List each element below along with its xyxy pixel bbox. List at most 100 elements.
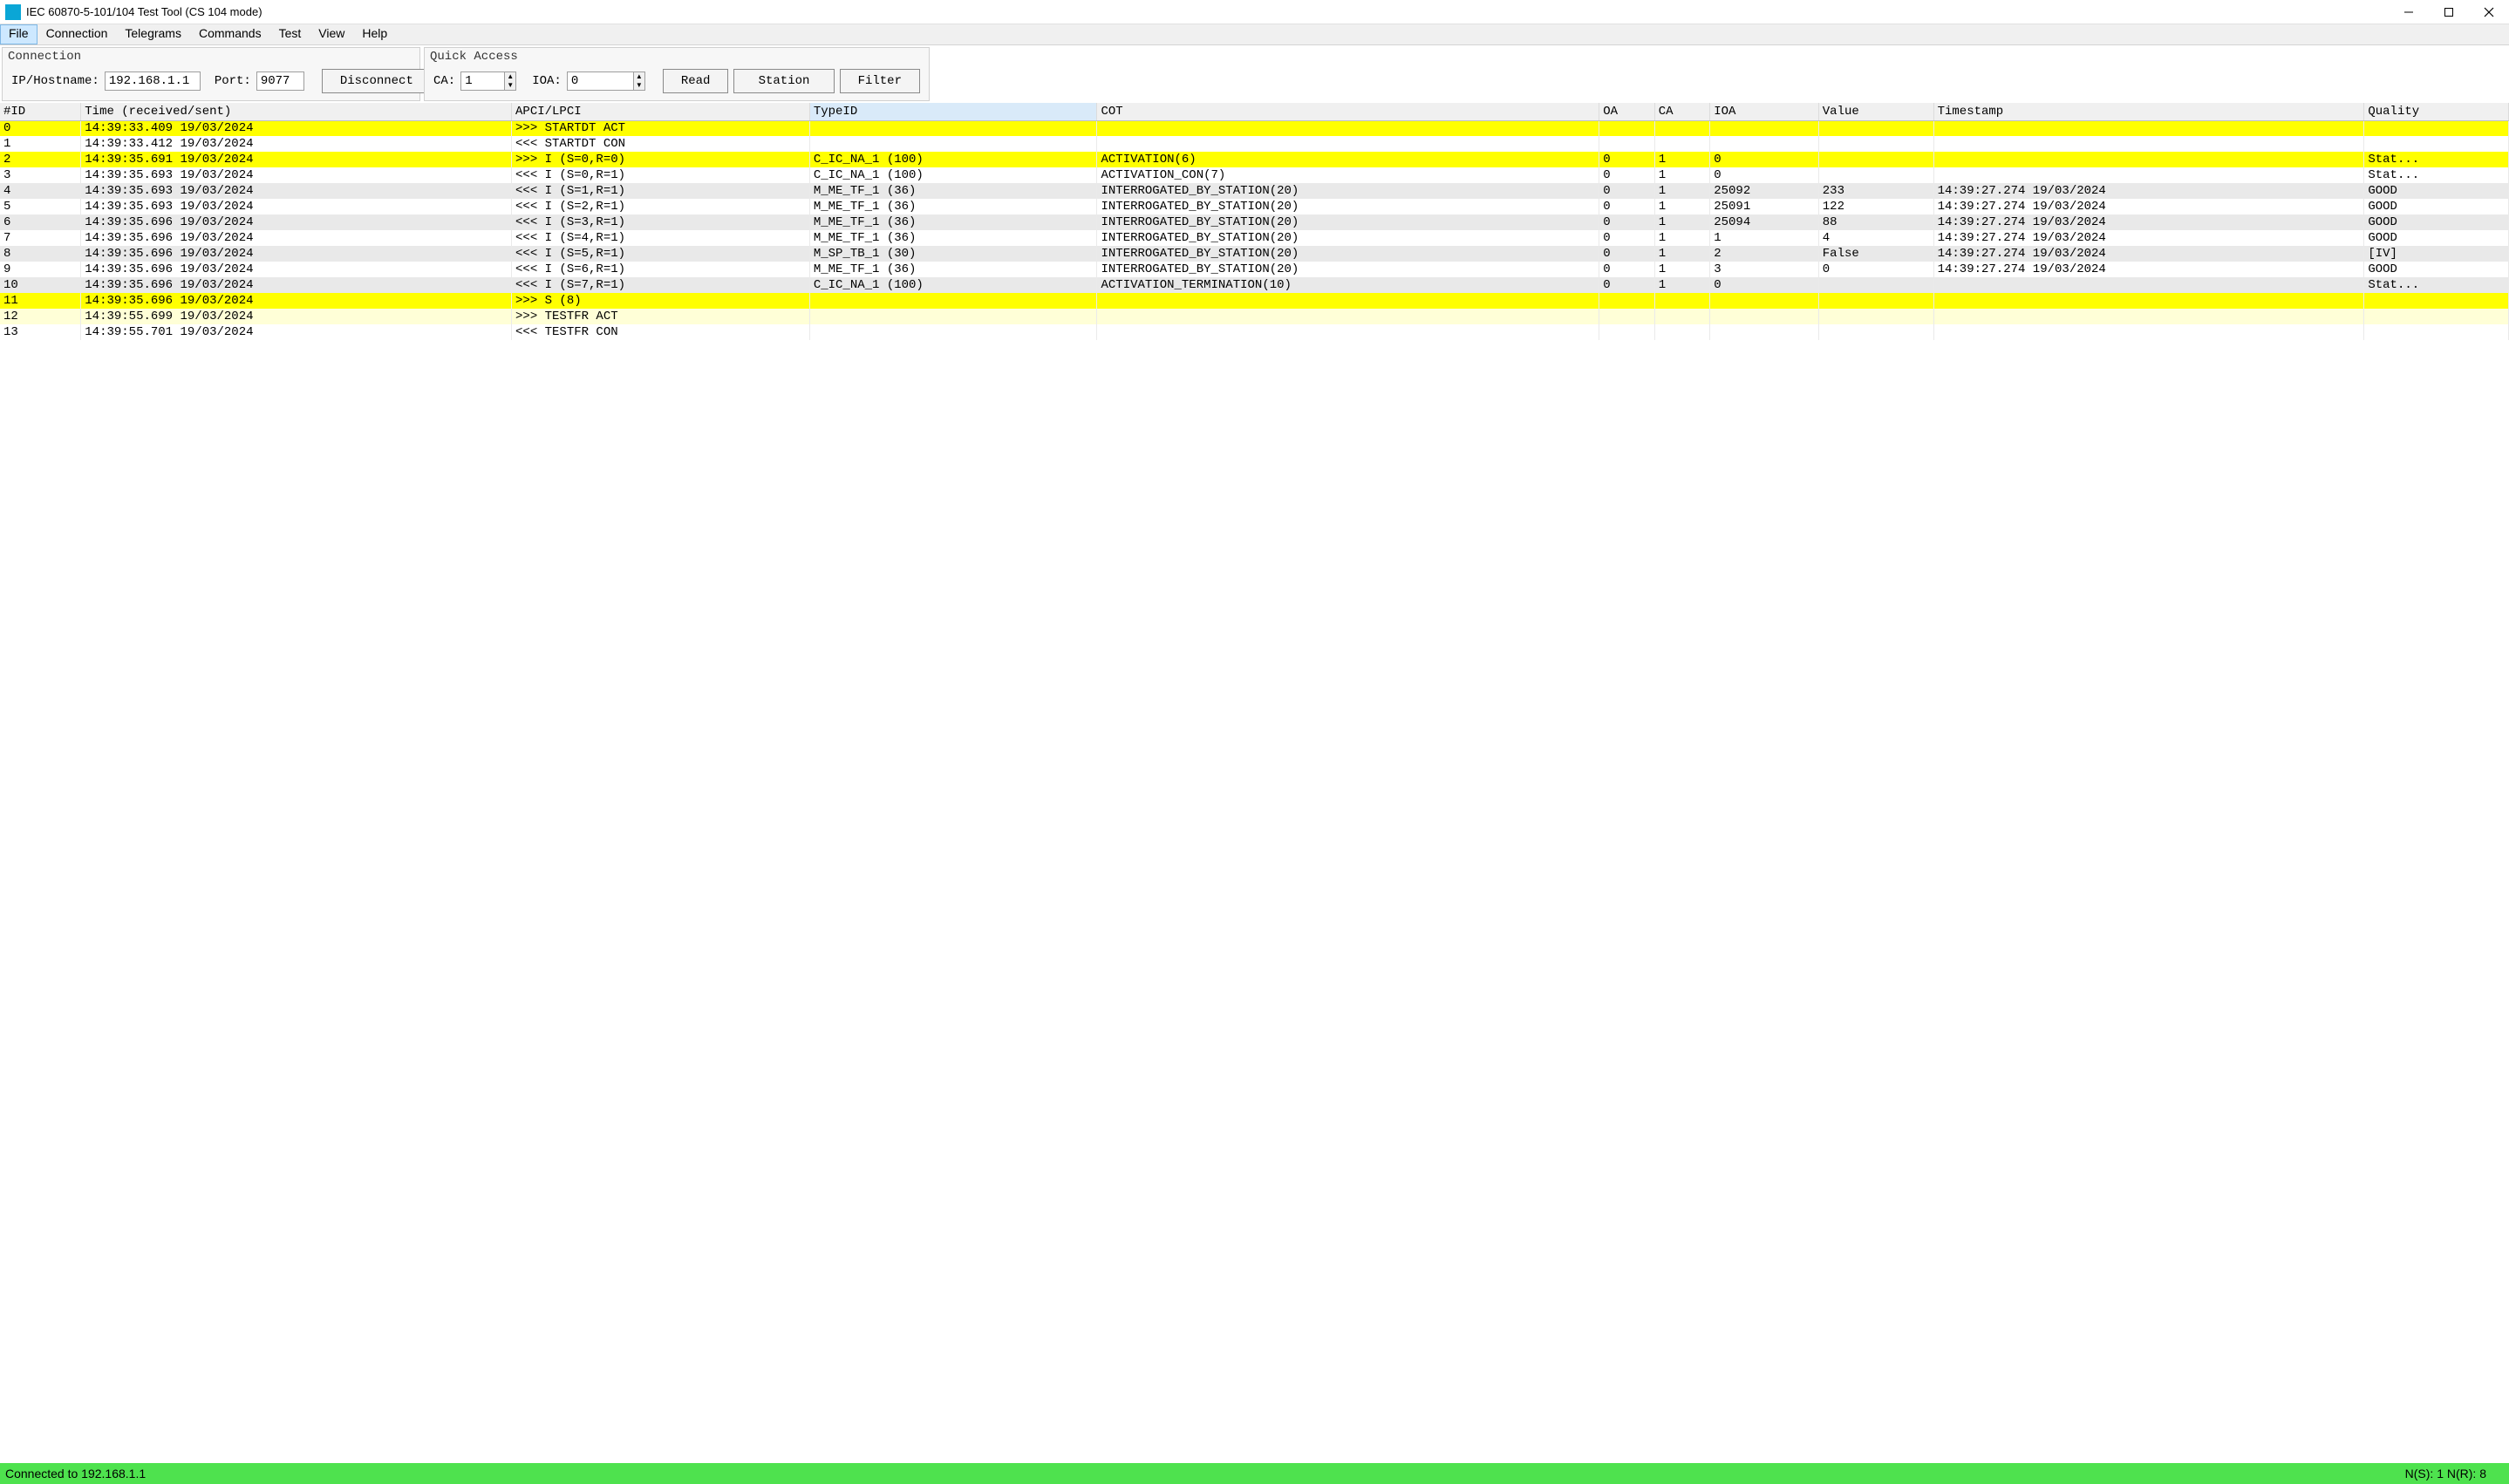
table-row[interactable]: 014:39:33.409 19/03/2024>>> STARTDT ACT [0,120,2509,136]
ioa-up-icon[interactable]: ▲ [634,72,644,81]
table-cell: 0 [1599,262,1654,277]
disconnect-button[interactable]: Disconnect [322,69,426,93]
table-cell: M_ME_TF_1 (36) [809,199,1097,214]
table-cell: 14:39:33.409 19/03/2024 [81,120,512,136]
ioa-input[interactable] [567,71,633,91]
table-row[interactable]: 714:39:35.696 19/03/2024<<< I (S=4,R=1)M… [0,230,2509,246]
table-cell [1933,167,2364,183]
menu-commands[interactable]: Commands [190,24,270,44]
table-cell: 2 [1710,246,1819,262]
table-row[interactable]: 414:39:35.693 19/03/2024<<< I (S=1,R=1)M… [0,183,2509,199]
table-cell: INTERROGATED_BY_STATION(20) [1097,262,1599,277]
column-header[interactable]: OA [1599,103,1654,120]
column-header[interactable]: CA [1654,103,1709,120]
table-cell [1654,136,1709,152]
table-cell: Stat... [2364,152,2509,167]
table-cell: >>> S (8) [512,293,810,309]
table-cell: 14:39:35.693 19/03/2024 [81,183,512,199]
menu-connection[interactable]: Connection [37,24,117,44]
table-cell: 11 [0,293,81,309]
close-button[interactable] [2469,0,2509,24]
column-header[interactable]: IOA [1710,103,1819,120]
table-cell: 14:39:33.412 19/03/2024 [81,136,512,152]
column-header[interactable]: Value [1818,103,1933,120]
column-header[interactable]: TypeID [809,103,1097,120]
menu-test[interactable]: Test [270,24,310,44]
table-cell: 1 [1654,167,1709,183]
ca-label: CA: [433,74,455,88]
table-cell: >>> STARTDT ACT [512,120,810,136]
table-cell [1599,136,1654,152]
table-cell: 5 [0,199,81,214]
station-button[interactable]: Station [733,69,834,93]
table-row[interactable]: 214:39:35.691 19/03/2024>>> I (S=0,R=0)C… [0,152,2509,167]
table-cell: <<< I (S=0,R=1) [512,167,810,183]
table-cell: 1 [1654,230,1709,246]
menu-file[interactable]: File [0,24,37,44]
ioa-down-icon[interactable]: ▼ [634,81,644,90]
table-row[interactable]: 1214:39:55.699 19/03/2024>>> TESTFR ACT [0,309,2509,324]
table-cell: 8 [0,246,81,262]
ioa-label: IOA: [532,74,562,88]
column-header[interactable]: COT [1097,103,1599,120]
table-cell: 0 [1710,277,1819,293]
ca-up-icon[interactable]: ▲ [505,72,515,81]
table-cell: 14:39:35.696 19/03/2024 [81,230,512,246]
table-cell: 10 [0,277,81,293]
ip-input[interactable] [105,71,201,91]
table-row[interactable]: 914:39:35.696 19/03/2024<<< I (S=6,R=1)M… [0,262,2509,277]
table-cell: 3 [1710,262,1819,277]
table-cell [2364,293,2509,309]
ca-input[interactable] [460,71,504,91]
table-cell [1599,293,1654,309]
minimize-button[interactable] [2389,0,2429,24]
menu-view[interactable]: View [310,24,353,44]
filter-button[interactable]: Filter [840,69,920,93]
table-cell [1097,136,1599,152]
table-cell: Stat... [2364,277,2509,293]
table-cell [809,293,1097,309]
table-cell: ACTIVATION_TERMINATION(10) [1097,277,1599,293]
column-header[interactable]: #ID [0,103,81,120]
table-cell: 14:39:55.699 19/03/2024 [81,309,512,324]
column-header[interactable]: APCI/LPCI [512,103,810,120]
table-row[interactable]: 114:39:33.412 19/03/2024<<< STARTDT CON [0,136,2509,152]
column-header[interactable]: Timestamp [1933,103,2364,120]
table-cell: 0 [0,120,81,136]
table-row[interactable]: 514:39:35.693 19/03/2024<<< I (S=2,R=1)M… [0,199,2509,214]
table-cell: 14:39:27.274 19/03/2024 [1933,262,2364,277]
table-cell [1818,120,1933,136]
table-cell: False [1818,246,1933,262]
table-cell: GOOD [2364,214,2509,230]
table-cell: 0 [1710,167,1819,183]
menu-telegrams[interactable]: Telegrams [116,24,190,44]
table-cell: GOOD [2364,262,2509,277]
table-row[interactable]: 814:39:35.696 19/03/2024<<< I (S=5,R=1)M… [0,246,2509,262]
read-button[interactable]: Read [663,69,729,93]
table-cell: <<< I (S=3,R=1) [512,214,810,230]
table-cell: M_SP_TB_1 (30) [809,246,1097,262]
table-cell [1599,309,1654,324]
table-cell [1654,120,1709,136]
table-cell: ACTIVATION(6) [1097,152,1599,167]
table-cell: 4 [0,183,81,199]
table-row[interactable]: 1114:39:35.696 19/03/2024>>> S (8) [0,293,2509,309]
table-cell: <<< I (S=6,R=1) [512,262,810,277]
telegram-grid[interactable]: #IDTime (received/sent)APCI/LPCITypeIDCO… [0,103,2509,1463]
column-header[interactable]: Quality [2364,103,2509,120]
table-cell: 7 [0,230,81,246]
table-cell: 6 [0,214,81,230]
table-row[interactable]: 314:39:35.693 19/03/2024<<< I (S=0,R=1)C… [0,167,2509,183]
table-cell: 25094 [1710,214,1819,230]
table-row[interactable]: 614:39:35.696 19/03/2024<<< I (S=3,R=1)M… [0,214,2509,230]
table-cell: 0 [1710,152,1819,167]
column-header[interactable]: Time (received/sent) [81,103,512,120]
table-cell [1710,324,1819,340]
table-row[interactable]: 1014:39:35.696 19/03/2024<<< I (S=7,R=1)… [0,277,2509,293]
maximize-button[interactable] [2429,0,2469,24]
menu-help[interactable]: Help [353,24,396,44]
table-cell: C_IC_NA_1 (100) [809,277,1097,293]
port-input[interactable] [256,71,304,91]
table-row[interactable]: 1314:39:55.701 19/03/2024<<< TESTFR CON [0,324,2509,340]
ca-down-icon[interactable]: ▼ [505,81,515,90]
